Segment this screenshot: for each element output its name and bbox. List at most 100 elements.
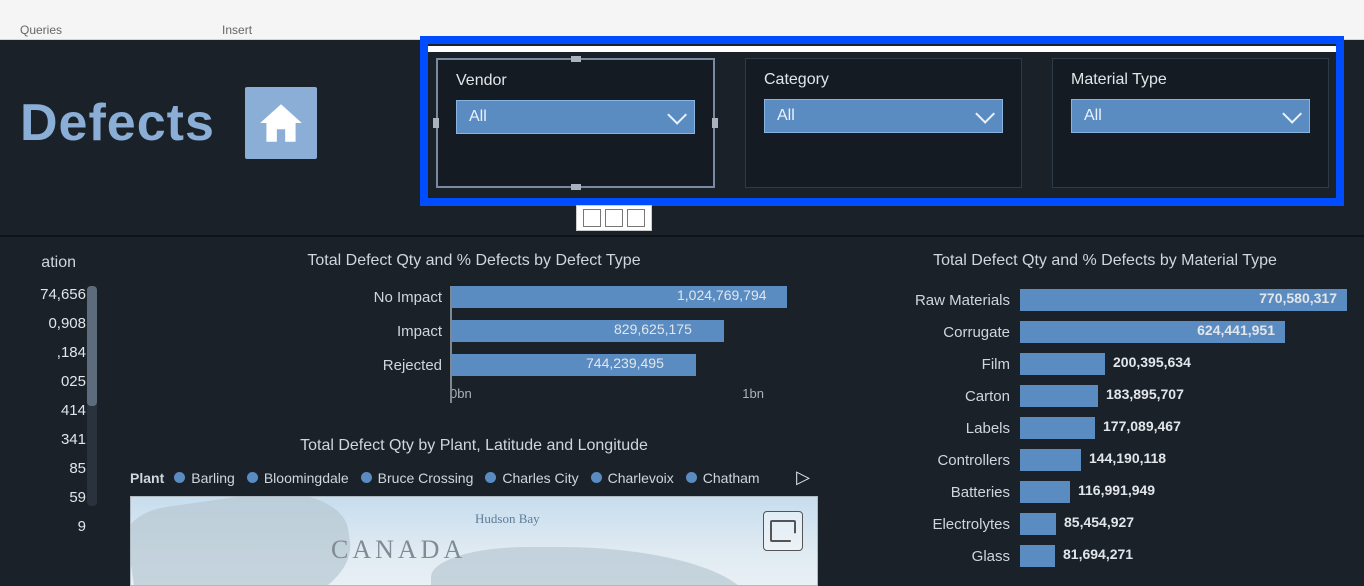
- divider: [0, 235, 1364, 237]
- bar-category-label: Impact: [124, 323, 442, 340]
- bar-value-label: 829,625,175: [614, 321, 692, 337]
- legend-dot-icon: [361, 472, 372, 483]
- chart-bar-row[interactable]: Batteries116,991,949: [852, 476, 1358, 508]
- bar-track: 744,239,495: [452, 354, 824, 376]
- bar: [1020, 545, 1055, 567]
- bar-track: 116,991,949: [1020, 481, 1358, 503]
- chevron-down-icon: [1282, 104, 1302, 124]
- legend-item[interactable]: Charles City: [485, 470, 578, 486]
- legend-item-label: Charles City: [502, 470, 578, 486]
- axis-tick: 0bn: [450, 386, 472, 401]
- bar-track: 183,895,707: [1020, 385, 1358, 407]
- ribbon-group-label: Insert: [222, 23, 252, 37]
- bar: [1020, 449, 1081, 471]
- kpi-value: 025: [61, 373, 86, 390]
- bar-category-label: Carton: [852, 388, 1010, 405]
- material-type-chart[interactable]: Raw Materials770,580,317Corrugate624,441…: [852, 280, 1358, 572]
- slicer-category[interactable]: Category All: [745, 58, 1022, 188]
- slicer-dropdown[interactable]: All: [764, 99, 1003, 133]
- bar-category-label: Labels: [852, 420, 1010, 437]
- legend-item[interactable]: Charlevoix: [591, 470, 674, 486]
- kpi-list: 74,6560,908,18402541434185599: [2, 286, 96, 535]
- chart-bar-row[interactable]: Labels 177,089,467: [852, 412, 1358, 444]
- bar-track: 177,089,467: [1020, 417, 1358, 439]
- bar-track: 81,694,271: [1020, 545, 1358, 567]
- map-card-title: Total Defect Qty by Plant, Latitude and …: [124, 433, 824, 465]
- bar-value-label: 85,454,927: [1064, 514, 1134, 530]
- legend-item[interactable]: Barling: [174, 470, 235, 486]
- legend-dot-icon: [591, 472, 602, 483]
- more-options-icon[interactable]: [627, 209, 645, 227]
- slicer-label: Category: [764, 71, 1003, 89]
- chart-bar-row[interactable]: Carton 183,895,707: [852, 380, 1358, 412]
- chart-bar-row[interactable]: No Impact1,024,769,794: [124, 280, 824, 314]
- slicer-vendor[interactable]: VendorAll: [436, 58, 715, 188]
- chart-bar-row[interactable]: Raw Materials770,580,317: [852, 284, 1358, 316]
- slicer-value: All: [777, 107, 795, 125]
- title-block: Defects: [0, 87, 317, 159]
- bar-category-label: Electrolytes: [852, 516, 1010, 533]
- report-canvas: Defects VendorAllCategoryAllMaterial Typ…: [0, 40, 1364, 586]
- bar-category-label: Controllers: [852, 452, 1010, 469]
- middle-column: Total Defect Qty and % Defects by Defect…: [124, 248, 824, 586]
- defect-type-chart[interactable]: No Impact1,024,769,794 Impact 829,625,175 R…: [124, 280, 824, 429]
- chart-bar-row[interactable]: Controllers144,190,118: [852, 444, 1358, 476]
- legend-dot-icon: [485, 472, 496, 483]
- slicer-dropdown[interactable]: All: [1071, 99, 1310, 133]
- filter-icon[interactable]: [583, 209, 601, 227]
- legend-item-label: Barling: [191, 470, 235, 486]
- kpi-value: 74,656: [40, 286, 86, 303]
- defect-type-chart-title: Total Defect Qty and % Defects by Defect…: [124, 248, 824, 280]
- kpi-heading-fragment: ation: [41, 254, 76, 272]
- bar: [1020, 513, 1056, 535]
- chart-bar-row[interactable]: Impact 829,625,175: [124, 314, 824, 348]
- chart-bar-row[interactable]: Rejected744,239,495: [124, 348, 824, 382]
- legend-next-button[interactable]: ▷: [788, 467, 818, 488]
- home-icon: [256, 98, 306, 148]
- scrollbar-thumb[interactable]: [87, 286, 97, 406]
- bar: [1020, 481, 1070, 503]
- legend-item-label: Bloomingdale: [264, 470, 349, 486]
- slicer-value: All: [469, 108, 487, 126]
- chart-bar-row[interactable]: Glass 81,694,271: [852, 540, 1358, 572]
- legend-dot-icon: [247, 472, 258, 483]
- ribbon-strip: Queries Insert: [0, 0, 1364, 40]
- chart-bar-row[interactable]: Film200,395,634: [852, 348, 1358, 380]
- content-row: ation 74,6560,908,18402541434185599 Tota…: [0, 248, 1364, 586]
- bar-category-label: Corrugate: [852, 324, 1010, 341]
- slicer-dropdown[interactable]: All: [456, 100, 695, 134]
- focus-mode-icon[interactable]: [605, 209, 623, 227]
- legend-item[interactable]: Chatham: [686, 470, 760, 486]
- bar-track: 1,024,769,794: [452, 286, 824, 308]
- slicer-group: VendorAllCategoryAllMaterial TypeAll: [430, 48, 1335, 198]
- page-title: Defects: [20, 93, 215, 153]
- kpi-value: 0,908: [48, 315, 86, 332]
- legend-item-label: Chatham: [703, 470, 760, 486]
- bar-category-label: Glass: [852, 548, 1010, 565]
- legend-item[interactable]: Bruce Crossing: [361, 470, 474, 486]
- bar-track: 770,580,317: [1020, 289, 1358, 311]
- map-visual[interactable]: CANADA Hudson Bay: [130, 496, 818, 586]
- bar-value-label: 81,694,271: [1063, 546, 1133, 562]
- legend-item[interactable]: Bloomingdale: [247, 470, 349, 486]
- chart-bar-row[interactable]: Corrugate624,441,951: [852, 316, 1358, 348]
- visual-mini-toolbar[interactable]: [576, 205, 652, 231]
- bar-track: 85,454,927: [1020, 513, 1358, 535]
- kpi-column: ation 74,6560,908,18402541434185599: [0, 248, 96, 586]
- slicer-material-type[interactable]: Material TypeAll: [1052, 58, 1329, 188]
- kpi-value: ,184: [57, 344, 86, 361]
- legend-dot-icon: [174, 472, 185, 483]
- focus-mode-button[interactable]: [763, 511, 803, 551]
- bar-value-label: 116,991,949: [1078, 482, 1155, 498]
- chart-bar-row[interactable]: Electrolytes 85,454,927: [852, 508, 1358, 540]
- map-label-country: CANADA: [331, 535, 466, 565]
- home-button[interactable]: [245, 87, 317, 159]
- bar: [1020, 353, 1105, 375]
- bar: [1020, 385, 1098, 407]
- bar-category-label: Film: [852, 356, 1010, 373]
- map-landmass: [130, 496, 358, 586]
- map-landmass: [431, 547, 751, 586]
- axis-tick: 1bn: [742, 386, 764, 401]
- legend-item-label: Charlevoix: [608, 470, 674, 486]
- scrollbar[interactable]: [87, 286, 97, 506]
